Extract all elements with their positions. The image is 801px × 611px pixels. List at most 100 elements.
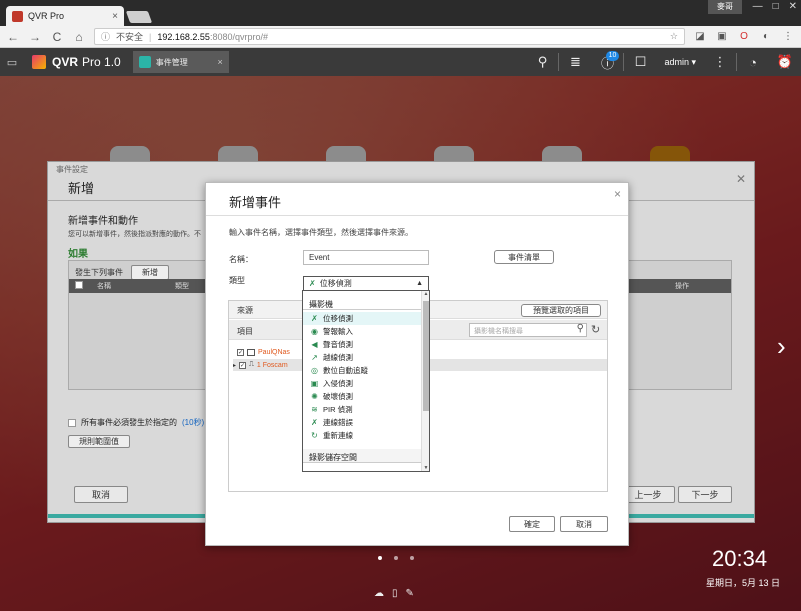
app-tab-label: 事件管理 bbox=[155, 57, 188, 67]
dropdown-item-reconnect[interactable]: ↻ 重新連線 bbox=[303, 429, 421, 442]
if-section-label: 如果 bbox=[68, 249, 88, 260]
bookmark-star-icon[interactable]: ☆ bbox=[670, 31, 678, 42]
reconnect-icon: ↻ bbox=[311, 431, 318, 440]
scrollbar-thumb[interactable] bbox=[423, 301, 429, 411]
dropdown-item-audio[interactable]: ◀ 聲音偵測 bbox=[303, 338, 421, 351]
opera-extension-icon[interactable]: O bbox=[737, 30, 751, 44]
tab-event-management[interactable]: 事件管理 × bbox=[132, 51, 229, 73]
reload-button[interactable]: C bbox=[50, 30, 64, 44]
next-page-arrow-icon[interactable]: › bbox=[777, 331, 786, 362]
dialog-title: 新增事件 bbox=[229, 195, 282, 210]
dropdown-item-label: 數位自動追蹤 bbox=[323, 366, 368, 375]
page-dot[interactable] bbox=[410, 556, 414, 560]
alarm-icon[interactable]: ⏰ bbox=[769, 48, 801, 76]
duration-link[interactable]: (10秒) bbox=[182, 417, 204, 428]
extension-icon[interactable]: ▣ bbox=[715, 30, 729, 44]
browser-profile-button[interactable]: 麥哥 bbox=[708, 0, 742, 14]
rule-range-button[interactable]: 規則範圍值 bbox=[68, 435, 130, 448]
dropdown-item-label: 破壞偵測 bbox=[323, 392, 353, 401]
tree-node-server[interactable]: ✓ PaulQNas bbox=[237, 346, 290, 358]
tab-close-icon[interactable]: × bbox=[112, 11, 118, 22]
url-field[interactable]: ⓘ 不安全 | 192.168.2.55:8080/qvrpro/# ☆ bbox=[94, 28, 685, 45]
browser-tab-title: QVR Pro bbox=[28, 11, 65, 21]
edit-icon[interactable]: ✎ bbox=[406, 588, 414, 599]
dropdown-item-intrusion[interactable]: ▣ 入侵偵測 bbox=[303, 377, 421, 390]
wizard-next-button[interactable]: 下一步 bbox=[678, 486, 732, 503]
close-window-button[interactable]: ✕ bbox=[789, 1, 797, 12]
search-icon[interactable]: ⚲ bbox=[526, 48, 558, 76]
camera-search-input[interactable]: 攝影機名稱搜尋 ⚲ bbox=[469, 323, 587, 337]
home-button[interactable]: ⌂ bbox=[72, 30, 86, 44]
menu-toggle-icon[interactable]: ▭ bbox=[0, 48, 24, 76]
book-icon[interactable]: ▯ bbox=[392, 588, 398, 599]
motion-icon: ✗ bbox=[309, 279, 316, 288]
new-tab-button[interactable] bbox=[125, 11, 153, 23]
add-event-button[interactable]: 新增 bbox=[131, 265, 169, 280]
occur-label: 發生下列事件 bbox=[75, 268, 123, 277]
forward-button[interactable]: → bbox=[28, 30, 42, 44]
divider bbox=[206, 215, 628, 216]
minimize-button[interactable]: — bbox=[753, 1, 763, 12]
app-version: Pro 1.0 bbox=[82, 55, 121, 69]
browser-menu-icon[interactable]: ⋮ bbox=[781, 30, 795, 44]
refresh-icon[interactable]: ↻ bbox=[591, 323, 600, 336]
dropdown-scrollbar[interactable]: ▲ ▼ bbox=[421, 291, 429, 471]
wizard-prev-button[interactable]: 上一步 bbox=[621, 486, 675, 503]
dropdown-item-tracking[interactable]: ◎ 數位自動追蹤 bbox=[303, 364, 421, 377]
extension-icon[interactable]: ◐ bbox=[759, 30, 773, 44]
url-host: 192.168.2.55 bbox=[157, 31, 210, 42]
event-name-field[interactable]: Event bbox=[303, 250, 429, 265]
dropdown-item-connection-error[interactable]: ✗ 連線錯誤 bbox=[303, 416, 421, 429]
dropdown-group-storage: 錄影儲存空間 bbox=[303, 449, 421, 463]
dropdown-item-tamper[interactable]: ✺ 破壞偵測 bbox=[303, 390, 421, 403]
back-button[interactable]: ← bbox=[6, 30, 20, 44]
app-tab-close-icon[interactable]: × bbox=[217, 57, 222, 67]
dashboard-gauge-icon[interactable]: ◔ bbox=[737, 48, 769, 76]
page-dot[interactable] bbox=[394, 556, 398, 560]
wizard-close-icon[interactable]: ✕ bbox=[736, 172, 746, 186]
dropdown-item-motion[interactable]: ✗ 位移偵測 bbox=[303, 312, 421, 325]
tree-checkbox[interactable]: ✓ bbox=[237, 348, 244, 356]
security-label: 不安全 bbox=[116, 32, 144, 42]
expand-arrow-icon[interactable]: ▸ bbox=[233, 362, 236, 369]
browser-tab[interactable]: QVR Pro × bbox=[6, 6, 124, 26]
alarm-input-icon: ◉ bbox=[311, 327, 318, 336]
qvr-favicon-icon bbox=[12, 10, 23, 22]
pir-icon: ≋ bbox=[311, 405, 318, 414]
col-action: 操作 bbox=[675, 283, 689, 290]
tracking-icon: ◎ bbox=[311, 366, 318, 375]
all-events-time-option[interactable]: 所有事件必須發生於指定的 (10秒) 期間 bbox=[68, 417, 225, 428]
user-menu[interactable]: admin ▾ bbox=[656, 57, 704, 68]
user-avatar-icon[interactable]: ☐ bbox=[624, 48, 656, 76]
all-events-text: 所有事件必須發生於指定的 bbox=[81, 418, 177, 427]
close-icon[interactable]: × bbox=[614, 187, 621, 201]
event-type-select[interactable]: ✗ 位移偵測 ▲ bbox=[303, 276, 429, 291]
dropdown-item-line-crossing[interactable]: ↗ 越線偵測 bbox=[303, 351, 421, 364]
wizard-cancel-button[interactable]: 取消 bbox=[74, 486, 128, 503]
extension-icon[interactable]: ◪ bbox=[693, 30, 707, 44]
all-events-checkbox[interactable] bbox=[68, 418, 76, 427]
page-dot[interactable] bbox=[378, 556, 382, 560]
search-icon[interactable]: ⚲ bbox=[577, 323, 584, 334]
info-icon[interactable]: ⓘ bbox=[101, 30, 110, 43]
cloud-icon[interactable]: ☁ bbox=[374, 588, 384, 599]
dropdown-item-pir[interactable]: ≋ PIR 偵測 bbox=[303, 403, 421, 416]
preview-selected-button[interactable]: 預覽選取的項目 bbox=[521, 304, 601, 317]
event-list-button[interactable]: 事件清單 bbox=[494, 250, 554, 264]
wizard-title: 新增 bbox=[68, 181, 95, 196]
dropdown-item-label: 位移偵測 bbox=[323, 314, 353, 323]
notification-icon[interactable]: ⓘ 10 bbox=[591, 48, 623, 76]
cancel-button[interactable]: 取消 bbox=[560, 516, 608, 532]
scroll-up-icon[interactable]: ▲ bbox=[422, 291, 430, 297]
maximize-button[interactable]: □ bbox=[773, 1, 779, 12]
tree-checkbox[interactable]: ✓ bbox=[239, 361, 247, 369]
scroll-down-icon[interactable]: ▼ bbox=[422, 465, 430, 471]
dropdown-item-label: 入侵偵測 bbox=[323, 379, 353, 388]
camera-label: 1 Foscam bbox=[256, 361, 288, 369]
more-options-icon[interactable]: ⋮ bbox=[704, 48, 736, 76]
dropdown-item-alarm-input[interactable]: ◉ 警報輸入 bbox=[303, 325, 421, 338]
confirm-button[interactable]: 確定 bbox=[509, 516, 555, 532]
clock-time: 20:34 bbox=[712, 546, 768, 571]
task-stack-icon[interactable]: ≣ bbox=[559, 48, 591, 76]
select-all-checkbox[interactable] bbox=[69, 281, 91, 291]
